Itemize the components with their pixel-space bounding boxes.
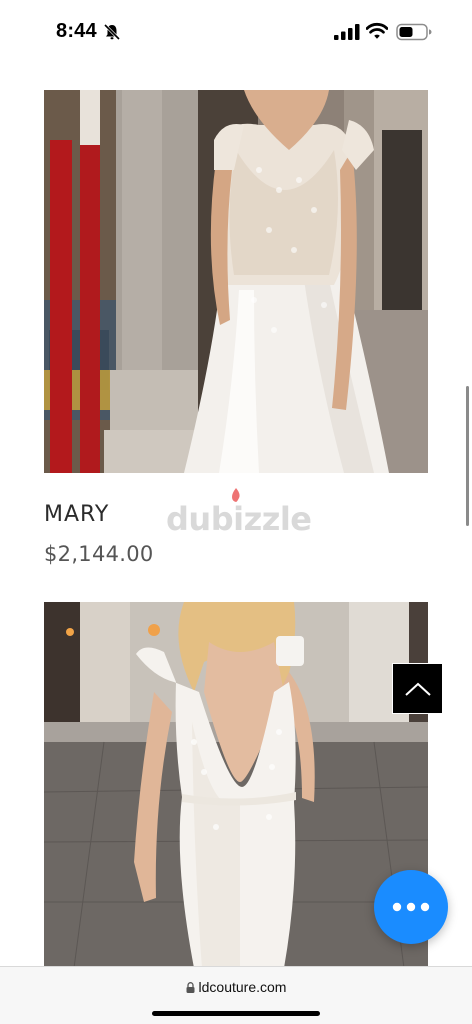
status-time: 8:44 [56,20,97,42]
lock-icon [186,982,195,993]
scrollbar[interactable] [466,386,469,526]
flame-icon [232,488,240,502]
chevron-up-icon [404,682,431,696]
more-dots-icon [392,902,430,912]
product-image-2[interactable] [44,602,428,968]
url-field[interactable]: ldcouture.com [0,979,472,995]
product-name[interactable]: MARY [44,502,109,527]
scroll-to-top-button[interactable] [392,663,443,714]
battery-icon [396,23,432,41]
status-bar: 8:44 [0,0,472,62]
product-price: $2,144.00 [44,542,154,566]
url-text: ldcouture.com [198,979,287,995]
dubizzle-watermark: dubizzle [166,488,316,540]
signal-icon [334,24,360,40]
chat-button[interactable] [374,870,448,944]
product-image-mary[interactable] [44,90,428,473]
watermark-text: dubizzle [166,500,312,538]
home-indicator [152,1011,320,1016]
wifi-icon [366,22,388,39]
bell-slash-icon [103,23,121,41]
browser-bottom-bar: ldcouture.com [0,966,472,1024]
